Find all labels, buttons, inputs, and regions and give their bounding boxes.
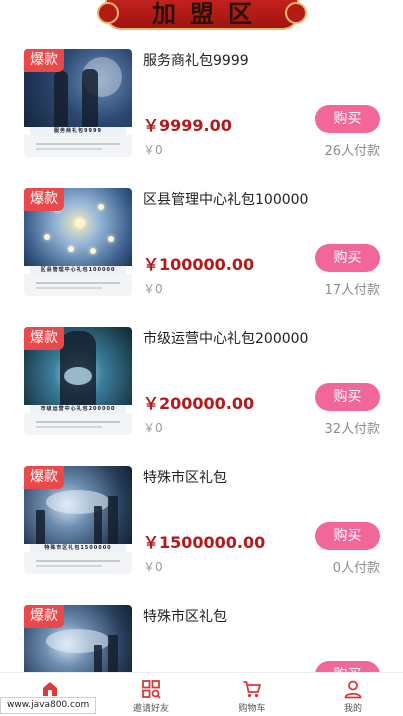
paid-count: 17人付款 bbox=[324, 283, 380, 298]
product-plaque: 服务商礼包9999 bbox=[30, 127, 126, 135]
tab-mine-label: 我的 bbox=[343, 704, 362, 714]
product-item[interactable]: 区县管理中心礼包100000 爆款 区县管理中心礼包100000 ￥100000… bbox=[0, 185, 403, 298]
product-name[interactable]: 特殊市区礼包 bbox=[143, 467, 227, 487]
product-price: ￥100000.00 bbox=[143, 255, 255, 274]
product-name[interactable]: 区县管理中心礼包100000 bbox=[143, 189, 308, 209]
product-plaque: 特殊市区礼包1500000 bbox=[30, 544, 126, 552]
product-price: ￥9999.00 bbox=[143, 116, 232, 135]
home-icon bbox=[43, 682, 57, 696]
section-banner: 加盟区 bbox=[97, 0, 307, 30]
hot-badge: 爆款 bbox=[24, 327, 64, 350]
buy-button[interactable]: 购买 bbox=[315, 522, 380, 550]
paid-count: 32人付款 bbox=[324, 422, 380, 437]
hot-badge: 爆款 bbox=[24, 188, 64, 211]
hot-badge: 爆款 bbox=[24, 49, 64, 72]
paid-count: 0人付款 bbox=[332, 561, 380, 576]
original-price: ￥0 bbox=[143, 421, 163, 435]
tab-cart[interactable]: 购物车 bbox=[202, 673, 302, 716]
product-item[interactable]: 服务商礼包9999 爆款 服务商礼包9999 ￥9999.00 ￥0 购买 26… bbox=[0, 46, 403, 159]
buy-button[interactable]: 购买 bbox=[315, 105, 380, 133]
original-price: ￥0 bbox=[143, 282, 163, 296]
cart-icon bbox=[243, 681, 261, 698]
original-price: ￥0 bbox=[143, 143, 163, 157]
hot-badge: 爆款 bbox=[24, 605, 64, 628]
tab-invite-label: 邀请好友 bbox=[132, 704, 169, 714]
section-title: 加盟区 bbox=[152, 0, 266, 28]
product-name[interactable]: 服务商礼包9999 bbox=[143, 50, 249, 70]
tab-invite-friends[interactable]: 邀请好友 bbox=[101, 673, 201, 716]
buy-button[interactable]: 购买 bbox=[315, 383, 380, 411]
user-icon bbox=[344, 680, 362, 699]
grid-icon bbox=[142, 680, 161, 699]
product-name[interactable]: 特殊市区礼包 bbox=[143, 606, 227, 626]
product-name[interactable]: 市级运营中心礼包200000 bbox=[143, 328, 308, 348]
product-item[interactable]: 市级运营中心礼包200000 爆款 市级运营中心礼包200000 ￥200000… bbox=[0, 324, 403, 437]
tab-mine[interactable]: 我的 bbox=[303, 673, 403, 716]
hot-badge: 爆款 bbox=[24, 466, 64, 489]
paid-count: 26人付款 bbox=[324, 144, 380, 159]
watermark: www.java800.com bbox=[0, 697, 97, 714]
buy-button[interactable]: 购买 bbox=[315, 244, 380, 272]
product-plaque: 市级运营中心礼包200000 bbox=[30, 405, 126, 413]
product-plaque: 区县管理中心礼包100000 bbox=[30, 266, 126, 274]
original-price: ￥0 bbox=[143, 560, 163, 574]
tab-cart-label: 购物车 bbox=[238, 704, 266, 714]
product-item[interactable]: 特殊市区礼包1500000 爆款 特殊市区礼包 ￥1500000.00 ￥0 购… bbox=[0, 463, 403, 576]
product-price: ￥200000.00 bbox=[143, 394, 255, 413]
product-price: ￥1500000.00 bbox=[143, 533, 266, 552]
